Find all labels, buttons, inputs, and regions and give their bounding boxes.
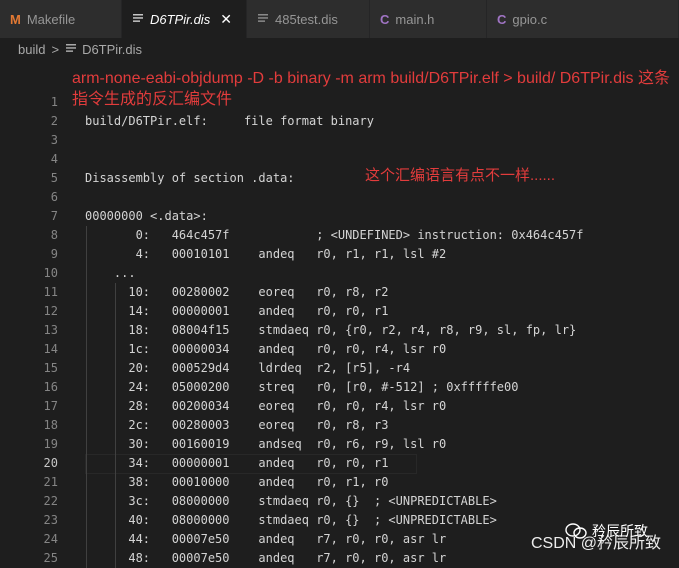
line-number: 24 [43,532,58,546]
code-text: 10: 00280002 eoreq r0, r8, r2 [85,285,389,299]
line-number: 12 [43,304,58,318]
code-line[interactable]: 13 18: 08004f15 stmdaeq r0, {r0, r2, r4,… [0,321,679,340]
code-text: 40: 08000000 stmdaeq r0, {} ; <UNPREDICT… [85,513,497,527]
code-line[interactable]: 3 [0,131,679,150]
code-line[interactable]: 5 Disassembly of section .data: [0,169,679,188]
code-text: 30: 00160019 andseq r0, r6, r9, lsl r0 [85,437,447,451]
chevron-right-icon: > [51,41,60,57]
code-line[interactable]: 16 24: 05000200 streq r0, [r0, #-512] ; … [0,378,679,397]
line-number: 21 [43,475,58,489]
tab-label: main.h [395,11,435,27]
line-number: 6 [50,190,58,204]
line-number: 18 [43,418,58,432]
tab-label: D6TPir.dis [150,11,211,27]
code-line[interactable]: 22 3c: 08000000 stmdaeq r0, {} ; <UNPRED… [0,492,679,511]
code-line[interactable]: 8 0: 464c457f ; <UNDEFINED> instruction:… [0,226,679,245]
code-line[interactable]: 12 14: 00000001 andeq r0, r0, r1 [0,302,679,321]
line-number: 15 [43,361,58,375]
code-text: 44: 00007e50 andeq r7, r0, r0, asr lr [85,532,447,546]
c-file-icon: C [497,11,507,27]
breadcrumb-folder[interactable]: build [18,42,45,57]
tab-d6tpir-dis[interactable]: D6TPir.dis ✕ [122,0,247,38]
tab-makefile[interactable]: M Makefile [0,0,122,38]
code-text: 28: 00200034 eoreq r0, r0, r4, lsr r0 [85,399,447,413]
code-line[interactable]: 24 44: 00007e50 andeq r7, r0, r0, asr lr [0,530,679,549]
tab-gpio-c[interactable]: C gpio.c [487,0,679,38]
code-text: 4: 00010101 andeq r0, r1, r1, lsl #2 [85,247,447,261]
line-number: 8 [50,228,58,242]
line-number: 9 [50,247,58,261]
code-text: 48: 00007e50 andeq r7, r0, r0, asr lr [85,551,447,565]
editor-tab-bar: M Makefile D6TPir.dis ✕ 485test.dis C ma… [0,0,679,38]
line-number: 14 [43,342,58,356]
code-line[interactable]: 15 20: 000529d4 ldrdeq r2, [r5], -r4 [0,359,679,378]
line-number: 22 [43,494,58,508]
makefile-icon: M [10,11,21,27]
code-line[interactable]: 4 [0,150,679,169]
tab-label: gpio.c [512,11,548,27]
line-number: 1 [50,95,58,109]
tab-485test-dis[interactable]: 485test.dis [247,0,370,38]
code-text: 34: 00000001 andeq r0, r0, r1 [85,456,389,470]
line-number: 16 [43,380,58,394]
line-number: 2 [50,114,58,128]
code-text: 20: 000529d4 ldrdeq r2, [r5], -r4 [85,361,411,375]
line-number: 20 [43,456,58,470]
indent-guide [86,226,87,568]
close-icon[interactable]: ✕ [220,11,232,28]
code-text: 38: 00010000 andeq r0, r1, r0 [85,475,389,489]
code-line[interactable]: 10 ... [0,264,679,283]
line-number: 4 [50,152,58,166]
tab-main-h[interactable]: C main.h [370,0,487,38]
tab-label: Makefile [26,11,76,27]
breadcrumb-file[interactable]: D6TPir.dis [82,42,142,57]
line-number: 19 [43,437,58,451]
code-text: 14: 00000001 andeq r0, r0, r1 [85,304,389,318]
line-number: 25 [43,551,58,565]
code-text: 0: 464c457f ; <UNDEFINED> instruction: 0… [85,228,584,242]
code-line[interactable]: 23 40: 08000000 stmdaeq r0, {} ; <UNPRED… [0,511,679,530]
code-text: 00000000 <.data>: [85,209,208,223]
code-text: build/D6TPir.elf: file format binary [85,114,374,128]
code-line[interactable]: 19 30: 00160019 andseq r0, r6, r9, lsl r… [0,435,679,454]
code-text: ... [85,266,136,280]
file-icon [65,42,77,57]
file-icon [132,12,144,27]
line-number: 11 [43,285,58,299]
code-line[interactable]: 9 4: 00010101 andeq r0, r1, r1, lsl #2 [0,245,679,264]
code-line[interactable]: 25 48: 00007e50 andeq r7, r0, r0, asr lr [0,549,679,568]
code-line[interactable]: 21 38: 00010000 andeq r0, r1, r0 [0,473,679,492]
code-line[interactable]: 6 [0,188,679,207]
tab-label: 485test.dis [275,11,338,27]
code-line[interactable]: 18 2c: 00280003 eoreq r0, r8, r3 [0,416,679,435]
line-number: 7 [50,209,58,223]
code-line[interactable]: 20 34: 00000001 andeq r0, r0, r1 [0,454,679,474]
line-number: 3 [50,133,58,147]
file-icon [257,12,269,27]
code-line[interactable]: 7 00000000 <.data>: [0,207,679,226]
code-line[interactable]: 1 [0,93,679,112]
c-file-icon: C [380,11,390,27]
line-number: 17 [43,399,58,413]
indent-guide [115,283,116,568]
code-line[interactable]: 14 1c: 00000034 andeq r0, r0, r4, lsr r0 [0,340,679,359]
line-number: 10 [43,266,58,280]
code-text: 24: 05000200 streq r0, [r0, #-512] ; 0xf… [85,380,519,394]
code-line[interactable]: 2 build/D6TPir.elf: file format binary [0,112,679,131]
line-number: 13 [43,323,58,337]
code-line[interactable]: 17 28: 00200034 eoreq r0, r0, r4, lsr r0 [0,397,679,416]
code-text: 18: 08004f15 stmdaeq r0, {r0, r2, r4, r8… [85,323,577,337]
breadcrumb: build > D6TPir.dis [0,38,679,60]
code-text: 1c: 00000034 andeq r0, r0, r4, lsr r0 [85,342,447,356]
code-line[interactable]: 11 10: 00280002 eoreq r0, r8, r2 [0,283,679,302]
code-text: 2c: 00280003 eoreq r0, r8, r3 [85,418,389,432]
line-number: 23 [43,513,58,527]
code-text: Disassembly of section .data: [85,171,295,185]
line-number: 5 [50,171,58,185]
code-text: 3c: 08000000 stmdaeq r0, {} ; <UNPREDICT… [85,494,497,508]
